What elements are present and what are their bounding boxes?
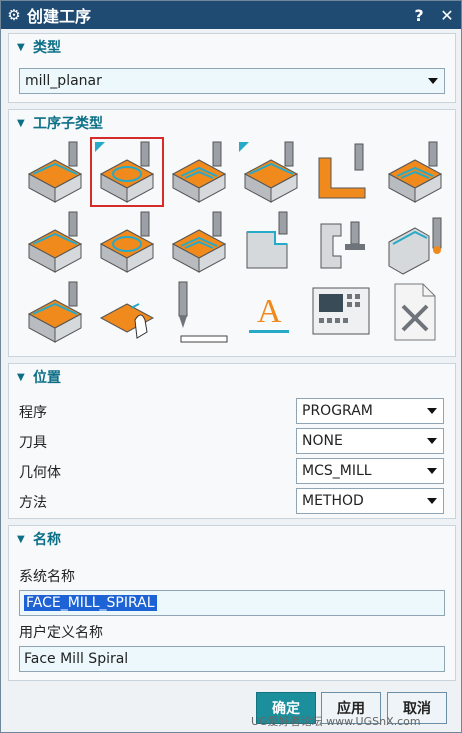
dialog-title: 创建工序 [27, 7, 92, 26]
floor-wall-is-icon [171, 211, 227, 273]
planar-mill-pocket-icon [387, 141, 443, 203]
user-name-label: 用户定义名称 [19, 625, 103, 641]
groove-icon [246, 211, 288, 269]
system-name-value: FACE_MILL_SPIRAL [24, 595, 157, 611]
geometry-label: 几何体 [19, 465, 61, 481]
planar-text-tool-icon[interactable] [163, 278, 235, 346]
type-select-value: mill_planar [25, 73, 102, 89]
collapse-arrow-icon: ▼ [17, 41, 25, 53]
face-mill-icon[interactable] [163, 138, 235, 206]
program-label: 程序 [19, 405, 47, 421]
slot-icon [320, 221, 365, 269]
create-operation-dialog: ⚙ 创建工序 ? ✕ ▼ 类型 mill_planar ▼ 工序子类型 A ▼ … [0, 0, 462, 733]
collapse-arrow-icon: ▼ [17, 371, 25, 383]
user-name-field[interactable]: Face Mill Spiral [19, 646, 445, 672]
face-mill-area-icon[interactable] [235, 138, 307, 206]
location-section-header[interactable]: ▼ 位置 [9, 364, 455, 390]
user-defined-icon [394, 283, 436, 341]
drill-tool-icon [388, 217, 442, 275]
method-select[interactable]: METHOD [296, 488, 444, 514]
subtype-section-label: 工序子类型 [33, 116, 103, 132]
gear-icon: ⚙ [7, 6, 21, 24]
user-defined-icon[interactable] [379, 278, 451, 346]
machine-control-icon[interactable] [307, 278, 379, 346]
type-section-label: 类型 [33, 40, 61, 56]
chevron-down-icon [427, 438, 437, 444]
close-button[interactable]: ✕ [433, 6, 461, 25]
floor-corner-icon [27, 211, 83, 273]
type-select[interactable]: mill_planar [19, 68, 445, 94]
text-icon[interactable]: A [235, 278, 307, 346]
tool-label: 刀具 [19, 435, 47, 451]
name-section: ▼ 名称 系统名称 FACE_MILL_SPIRAL 用户定义名称 Face M… [8, 525, 456, 681]
chevron-down-icon [428, 78, 438, 84]
chevron-down-icon [427, 408, 437, 414]
planar-stack-icon [27, 281, 83, 343]
wall-profile-icon[interactable] [307, 138, 379, 206]
cavity-mill-icon [99, 211, 155, 273]
subtype-section: ▼ 工序子类型 A [8, 109, 456, 357]
location-section: ▼ 位置 程序 PROGRAM 刀具 NONE 几何体 MCS_MILL 方法 … [8, 363, 456, 519]
help-button[interactable]: ? [405, 6, 433, 25]
wall-profile-icon [318, 143, 366, 199]
drill-tool-icon[interactable] [379, 208, 451, 276]
floor-wall-icon [27, 141, 83, 203]
slot-icon[interactable] [307, 208, 379, 276]
tool-select[interactable]: NONE [296, 428, 444, 454]
system-name-field[interactable]: FACE_MILL_SPIRAL [19, 590, 445, 616]
title-bar[interactable]: ⚙ 创建工序 ? ✕ [1, 1, 461, 29]
face-mill-area-icon [239, 141, 299, 203]
user-name-value: Face Mill Spiral [24, 651, 129, 667]
system-name-label: 系统名称 [19, 569, 75, 585]
geometry-select[interactable]: MCS_MILL [296, 458, 444, 484]
collapse-arrow-icon: ▼ [17, 533, 25, 545]
watermark: UG爱好者论坛 www.UGSnX.com [251, 715, 421, 728]
program-select[interactable]: PROGRAM [296, 398, 444, 424]
type-section: ▼ 类型 mill_planar [8, 33, 456, 103]
method-value: METHOD [302, 493, 364, 509]
tool-value: NONE [302, 433, 343, 449]
location-section-label: 位置 [33, 370, 61, 386]
chevron-down-icon [427, 498, 437, 504]
method-label: 方法 [19, 495, 47, 511]
planar-stack-icon[interactable] [19, 278, 91, 346]
chevron-down-icon [427, 468, 437, 474]
floor-corner-icon[interactable] [19, 208, 91, 276]
face-mill-icon [171, 141, 227, 203]
planar-text-tool-icon [178, 281, 228, 343]
planar-mill-pocket-icon[interactable] [379, 138, 451, 206]
cavity-mill-icon[interactable] [91, 208, 163, 276]
name-section-header[interactable]: ▼ 名称 [9, 526, 455, 552]
text-icon: A [249, 293, 289, 333]
groove-icon[interactable] [235, 208, 307, 276]
machine-control-icon [312, 287, 370, 335]
name-section-label: 名称 [33, 532, 61, 548]
floor-wall-is-icon[interactable] [163, 208, 235, 276]
program-value: PROGRAM [302, 403, 373, 419]
subtype-section-header[interactable]: ▼ 工序子类型 [9, 110, 455, 136]
type-section-header[interactable]: ▼ 类型 [9, 34, 455, 60]
svg-text:A: A [257, 293, 282, 330]
manual-mill-icon [99, 303, 155, 339]
manual-mill-icon[interactable] [91, 278, 163, 346]
geometry-value: MCS_MILL [302, 463, 372, 479]
face-mill-spiral-icon [95, 141, 155, 203]
face-mill-spiral-icon[interactable] [90, 137, 164, 207]
floor-wall-icon[interactable] [19, 138, 91, 206]
collapse-arrow-icon: ▼ [17, 117, 25, 129]
